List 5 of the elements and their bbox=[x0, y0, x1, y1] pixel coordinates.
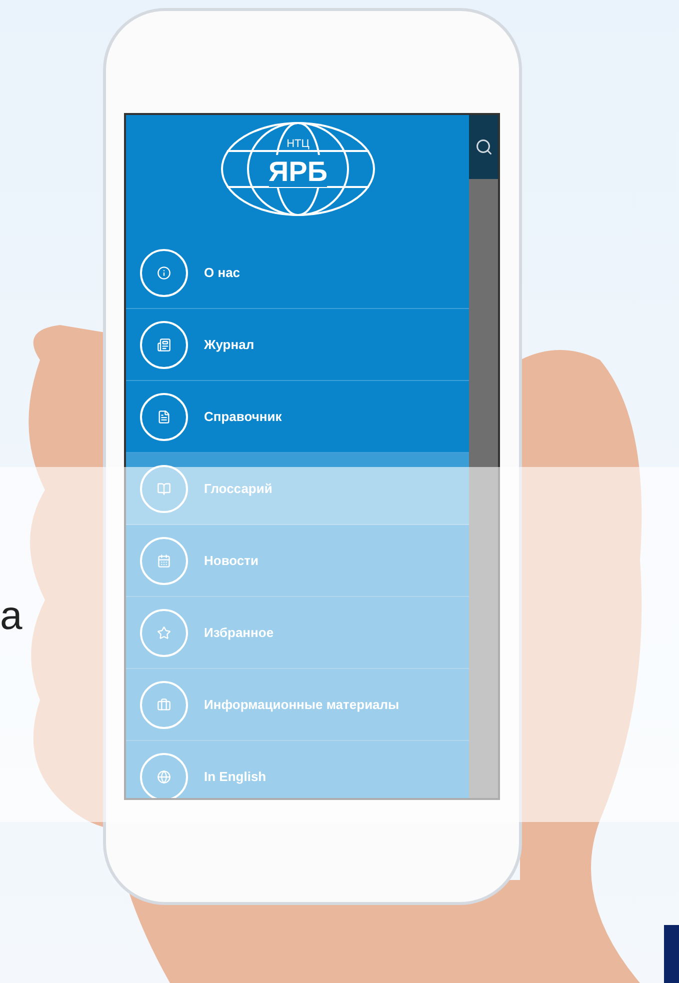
globe-logo: НТЦ ЯРБ bbox=[218, 119, 376, 219]
menu-item[interactable]: Журнал bbox=[126, 309, 469, 381]
menu-item[interactable]: Новости bbox=[126, 525, 469, 597]
menu-item[interactable]: Информационные материалы bbox=[126, 669, 469, 741]
side-letter: а bbox=[0, 596, 24, 636]
